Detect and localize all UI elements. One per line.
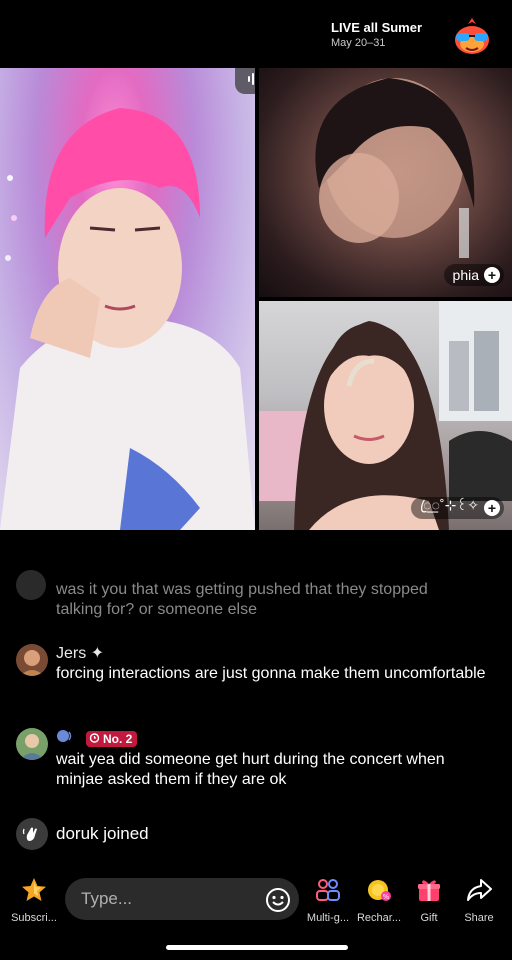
avatar[interactable] — [16, 728, 48, 760]
share-label: Share — [464, 912, 494, 924]
emoji-icon[interactable] — [265, 887, 291, 918]
subscribe-label: Subscri... — [11, 912, 57, 924]
chat-username-row: No. 2 — [56, 728, 496, 750]
recharge-label: Rechar... — [356, 912, 402, 924]
wave-hand-icon — [16, 818, 48, 850]
chat-message-text: forcing interactions are just gonna make… — [56, 665, 486, 682]
rank-badge-label: No. 2 — [103, 732, 133, 746]
chat-username[interactable]: Jers ✦ — [56, 644, 496, 664]
gift-button[interactable]: Gift — [401, 876, 457, 924]
host-video-frame — [0, 108, 255, 530]
event-dates: May 20–31 — [331, 37, 386, 49]
sunglasses-mascot-icon[interactable] — [452, 14, 492, 56]
join-username[interactable]: doruk — [56, 824, 99, 843]
speaker-icon — [56, 728, 74, 750]
event-title: LIVE all Sumer — [331, 20, 423, 35]
gift-label: Gift — [420, 912, 438, 924]
share-button[interactable]: Share — [451, 876, 507, 924]
multi-guest-video-grid: phia + ꦿ꯭˚⊹꒰✧ + — [0, 68, 512, 530]
live-header: LIVE all Sumer May 20–31 — [0, 0, 512, 68]
rank-badge: No. 2 — [86, 729, 138, 749]
home-indicator[interactable] — [166, 945, 348, 950]
alarm-clock-icon — [89, 729, 100, 749]
coin-icon: % — [365, 876, 393, 909]
chat-message-faded: was it you that was getting pushed that … — [56, 581, 428, 618]
multi-guest-button[interactable]: Multi-g... — [300, 876, 356, 924]
guest-name-pill-1[interactable]: phia + — [443, 264, 504, 286]
join-action: joined — [103, 824, 149, 843]
guest-video-frame-1 — [315, 78, 475, 258]
recharge-button[interactable]: % Rechar... — [351, 876, 407, 924]
guest-name-1: phia — [452, 267, 479, 283]
chat-message[interactable]: No. 2 wait yea did someone get hurt duri… — [16, 728, 496, 790]
gift-icon — [415, 876, 443, 909]
guest-name-pill-2[interactable]: ꦿ꯭˚⊹꒰✧ + — [410, 497, 504, 519]
chat-message-text: wait yea did someone get hurt during the… — [56, 751, 445, 788]
audio-wave-icon — [247, 71, 255, 92]
star-icon — [20, 876, 48, 909]
event-banner[interactable]: LIVE all Sumer May 20–31 — [331, 20, 422, 50]
host-video-tile[interactable] — [0, 68, 255, 530]
multi-guest-label: Multi-g... — [306, 912, 350, 924]
comment-input-box[interactable] — [65, 878, 299, 920]
bottom-toolbar: Subscri... Multi-g... — [0, 874, 512, 930]
guest-name-2: ꦿ꯭˚⊹꒰✧ — [419, 496, 479, 513]
avatar[interactable] — [16, 644, 48, 676]
guest-video-tile-1[interactable]: phia + — [259, 68, 512, 297]
avatar — [16, 570, 46, 600]
chat-message[interactable]: Jers ✦ forcing interactions are just gon… — [16, 644, 496, 684]
comment-input[interactable] — [81, 889, 261, 909]
guest-video-tile-2[interactable]: ꦿ꯭˚⊹꒰✧ + — [259, 301, 512, 530]
join-notification: doruk joined — [16, 818, 149, 850]
follow-plus-icon[interactable]: + — [484, 267, 500, 283]
subscribe-button[interactable]: Subscri... — [6, 876, 62, 924]
audio-toggle[interactable] — [235, 68, 255, 94]
svg-text:%: % — [383, 893, 390, 901]
follow-plus-icon[interactable]: + — [484, 500, 500, 516]
share-arrow-icon — [465, 876, 493, 909]
multi-guest-icon — [314, 876, 342, 909]
